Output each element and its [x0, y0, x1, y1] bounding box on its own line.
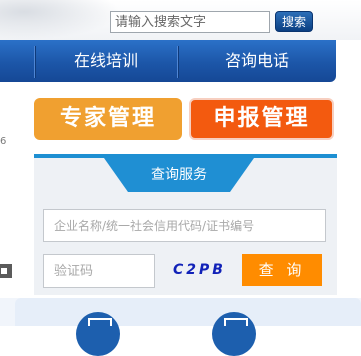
verification-code-input[interactable] [43, 254, 155, 288]
captcha-image[interactable]: C2PB [173, 262, 233, 282]
top-banner: 搜索 [0, 0, 361, 40]
search-button[interactable]: 搜索 [275, 11, 313, 32]
bottom-strip [15, 298, 361, 326]
service-glyph-icon [88, 318, 112, 326]
left-column-icon[interactable] [0, 264, 12, 278]
expert-management-button[interactable]: 专家管理 [34, 98, 182, 140]
service-icon-1[interactable] [76, 312, 120, 356]
query-button[interactable]: 查 询 [242, 254, 322, 286]
nav-item-consult-phone[interactable]: 咨询电话 [178, 40, 336, 82]
nav-item-online-training[interactable]: 在线培训 [35, 40, 177, 82]
query-service-panel: 查询服务 C2PB 查 询 [34, 154, 337, 295]
search-input[interactable] [110, 11, 270, 33]
query-service-tab[interactable]: 查询服务 [104, 158, 254, 192]
left-column-text: 6 [0, 136, 7, 147]
service-glyph-icon [224, 318, 248, 326]
declare-management-button[interactable]: 申报管理 [189, 98, 334, 140]
banner-decoration [0, 0, 120, 40]
service-icon-2[interactable] [212, 312, 256, 356]
bottom-section [0, 298, 361, 326]
company-search-input[interactable] [43, 209, 326, 242]
main-nav: 在线培训 咨询电话 [0, 40, 336, 82]
